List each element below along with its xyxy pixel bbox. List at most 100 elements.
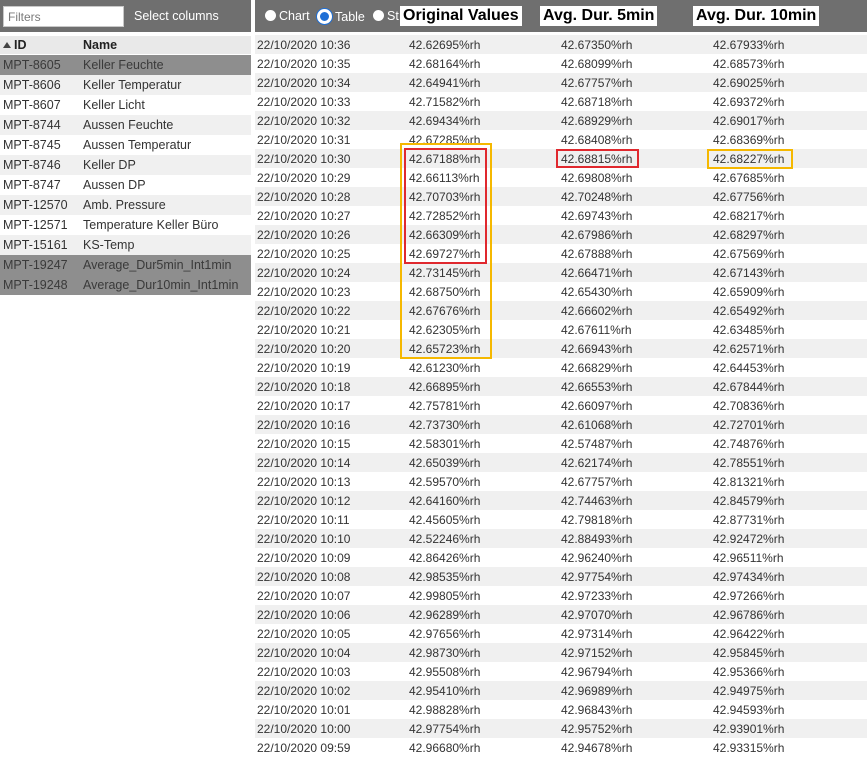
view-radio-table[interactable]: Table	[317, 9, 365, 24]
original-value-cell: 42.67285%rh	[409, 133, 481, 147]
avg-10min-cell: 42.92472%rh	[713, 532, 785, 546]
list-item-name: Amb. Pressure	[83, 198, 166, 212]
table-row[interactable]: 22/10/2020 10:34 42.64941%rh 42.67757%rh 42…	[255, 73, 867, 92]
avg-10min-cell: 42.62571%rh	[713, 342, 785, 356]
view-radio-chart[interactable]: Chart	[265, 9, 310, 23]
avg-10min-cell: 42.67933%rh	[713, 38, 785, 52]
table-row[interactable]: 22/10/2020 10:05 42.97656%rh 42.97314%rh 42…	[255, 624, 867, 643]
timestamp-cell: 22/10/2020 10:08	[257, 570, 351, 584]
list-item[interactable]: MPT-8747 Aussen DP	[0, 175, 251, 195]
annotation-avg-5min: Avg. Dur. 5min	[540, 6, 658, 26]
table-row[interactable]: 22/10/2020 10:11 42.45605%rh 42.79818%rh 42…	[255, 510, 867, 529]
table-row[interactable]: 22/10/2020 10:25 42.69727%rh 42.67888%rh 42…	[255, 244, 867, 263]
table-row[interactable]: 22/10/2020 10:10 42.52246%rh 42.88493%rh 42…	[255, 529, 867, 548]
table-row[interactable]: 22/10/2020 10:13 42.59570%rh 42.67757%rh 42…	[255, 472, 867, 491]
chart-label: Chart	[279, 9, 310, 23]
list-item[interactable]: MPT-19247 Average_Dur5min_Int1min	[0, 255, 251, 275]
table-row[interactable]: 22/10/2020 10:12 42.64160%rh 42.74463%rh 42…	[255, 491, 867, 510]
timestamp-cell: 22/10/2020 10:32	[257, 114, 351, 128]
filter-input[interactable]	[3, 6, 124, 27]
list-item-id: MPT-8747	[3, 178, 61, 192]
table-row[interactable]: 22/10/2020 10:32 42.69434%rh 42.68929%rh 42…	[255, 111, 867, 130]
timestamp-cell: 22/10/2020 10:12	[257, 494, 351, 508]
table-row[interactable]: 22/10/2020 09:59 42.96680%rh 42.94678%rh 42…	[255, 738, 867, 757]
timestamp-cell: 22/10/2020 10:28	[257, 190, 351, 204]
avg-5min-cell: 42.66471%rh	[561, 266, 633, 280]
avg-5min-cell: 42.67611%rh	[561, 323, 632, 337]
table-row[interactable]: 22/10/2020 10:02 42.95410%rh 42.96989%rh 42…	[255, 681, 867, 700]
list-item[interactable]: MPT-8746 Keller DP	[0, 155, 251, 175]
avg-5min-cell: 42.96989%rh	[561, 684, 633, 698]
table-row[interactable]: 22/10/2020 10:35 42.68164%rh 42.68099%rh 42…	[255, 54, 867, 73]
original-value-cell: 42.68164%rh	[409, 57, 481, 71]
table-row[interactable]: 22/10/2020 10:33 42.71582%rh 42.68718%rh 42…	[255, 92, 867, 111]
list-item-name: KS-Temp	[83, 238, 135, 252]
list-item[interactable]: MPT-8607 Keller Licht	[0, 95, 251, 115]
original-value-cell: 42.73730%rh	[409, 418, 481, 432]
table-row[interactable]: 22/10/2020 10:08 42.98535%rh 42.97754%rh 42…	[255, 567, 867, 586]
view-radio-statistics[interactable]: St	[373, 9, 401, 23]
timestamp-cell: 22/10/2020 10:10	[257, 532, 351, 546]
list-item-name: Keller Licht	[83, 98, 145, 112]
table-row[interactable]: 22/10/2020 10:00 42.97754%rh 42.95752%rh 42…	[255, 719, 867, 738]
statistics-label: St	[387, 9, 399, 23]
list-item-id: MPT-8746	[3, 158, 61, 172]
table-row[interactable]: 22/10/2020 10:03 42.95508%rh 42.96794%rh 42…	[255, 662, 867, 681]
timestamp-cell: 22/10/2020 10:29	[257, 171, 351, 185]
list-item-id: MPT-19248	[3, 278, 68, 292]
data-table: 22/10/2020 10:36 42.62695%rh 42.67350%rh 42…	[255, 35, 867, 757]
list-item-id: MPT-8745	[3, 138, 61, 152]
timestamp-cell: 22/10/2020 10:15	[257, 437, 351, 451]
avg-5min-cell: 42.68718%rh	[561, 95, 633, 109]
table-row[interactable]: 22/10/2020 10:07 42.99805%rh 42.97233%rh 42…	[255, 586, 867, 605]
avg-10min-cell: 42.74876%rh	[713, 437, 785, 451]
list-item-id: MPT-12570	[3, 198, 68, 212]
avg-5min-cell: 42.97070%rh	[561, 608, 633, 622]
table-row[interactable]: 22/10/2020 10:06 42.96289%rh 42.97070%rh 42…	[255, 605, 867, 624]
list-item[interactable]: MPT-12570 Amb. Pressure	[0, 195, 251, 215]
table-row[interactable]: 22/10/2020 10:17 42.75781%rh 42.66097%rh 42…	[255, 396, 867, 415]
table-row[interactable]: 22/10/2020 10:20 42.65723%rh 42.66943%rh 42…	[255, 339, 867, 358]
original-value-cell: 42.66309%rh	[409, 228, 481, 242]
avg-10min-cell: 42.97434%rh	[713, 570, 785, 584]
table-row[interactable]: 22/10/2020 10:21 42.62305%rh 42.67611%rh 42…	[255, 320, 867, 339]
table-row[interactable]: 22/10/2020 10:31 42.67285%rh 42.68408%rh 42…	[255, 130, 867, 149]
table-row[interactable]: 22/10/2020 10:27 42.72852%rh 42.69743%rh 42…	[255, 206, 867, 225]
list-item[interactable]: MPT-8606 Keller Temperatur	[0, 75, 251, 95]
table-row[interactable]: 22/10/2020 10:09 42.86426%rh 42.96240%rh 42…	[255, 548, 867, 567]
table-row[interactable]: 22/10/2020 10:36 42.62695%rh 42.67350%rh 42…	[255, 35, 867, 54]
list-item[interactable]: MPT-8745 Aussen Temperatur	[0, 135, 251, 155]
table-row[interactable]: 22/10/2020 10:26 42.66309%rh 42.67986%rh 42…	[255, 225, 867, 244]
table-row[interactable]: 22/10/2020 10:15 42.58301%rh 42.57487%rh 42…	[255, 434, 867, 453]
select-columns-button[interactable]: Select columns	[134, 9, 219, 23]
list-item[interactable]: MPT-19248 Average_Dur10min_Int1min	[0, 275, 251, 295]
avg-10min-cell: 42.67756%rh	[713, 190, 785, 204]
table-row[interactable]: 22/10/2020 10:29 42.66113%rh 42.69808%rh 42…	[255, 168, 867, 187]
timestamp-cell: 22/10/2020 10:01	[257, 703, 351, 717]
table-row[interactable]: 22/10/2020 10:04 42.98730%rh 42.97152%rh 42…	[255, 643, 867, 662]
original-value-cell: 42.96680%rh	[409, 741, 481, 755]
table-row[interactable]: 22/10/2020 10:30 42.67188%rh 42.68815%rh 42…	[255, 149, 867, 168]
table-row[interactable]: 22/10/2020 10:24 42.73145%rh 42.66471%rh 42…	[255, 263, 867, 282]
list-item[interactable]: MPT-12571 Temperature Keller Büro	[0, 215, 251, 235]
avg-5min-cell: 42.66097%rh	[561, 399, 633, 413]
original-value-cell: 42.59570%rh	[409, 475, 481, 489]
id-column-header[interactable]: ID	[3, 38, 27, 52]
list-item[interactable]: MPT-8744 Aussen Feuchte	[0, 115, 251, 135]
table-row[interactable]: 22/10/2020 10:01 42.98828%rh 42.96843%rh 42…	[255, 700, 867, 719]
table-row[interactable]: 22/10/2020 10:22 42.67676%rh 42.66602%rh 42…	[255, 301, 867, 320]
list-header: ID Name	[0, 36, 251, 54]
table-row[interactable]: 22/10/2020 10:19 42.61230%rh 42.66829%rh 42…	[255, 358, 867, 377]
avg-10min-cell: 42.96422%rh	[713, 627, 785, 641]
list-item[interactable]: MPT-15161 KS-Temp	[0, 235, 251, 255]
avg-5min-cell: 42.66829%rh	[561, 361, 633, 375]
table-row[interactable]: 22/10/2020 10:16 42.73730%rh 42.61068%rh 42…	[255, 415, 867, 434]
timestamp-cell: 22/10/2020 10:18	[257, 380, 351, 394]
table-row[interactable]: 22/10/2020 10:14 42.65039%rh 42.62174%rh 42…	[255, 453, 867, 472]
list-item[interactable]: MPT-8605 Keller Feuchte	[0, 55, 251, 75]
table-row[interactable]: 22/10/2020 10:18 42.66895%rh 42.66553%rh 42…	[255, 377, 867, 396]
name-column-header[interactable]: Name	[83, 38, 117, 52]
table-row[interactable]: 22/10/2020 10:23 42.68750%rh 42.65430%rh 42…	[255, 282, 867, 301]
original-value-cell: 42.98828%rh	[409, 703, 481, 717]
table-row[interactable]: 22/10/2020 10:28 42.70703%rh 42.70248%rh 42…	[255, 187, 867, 206]
